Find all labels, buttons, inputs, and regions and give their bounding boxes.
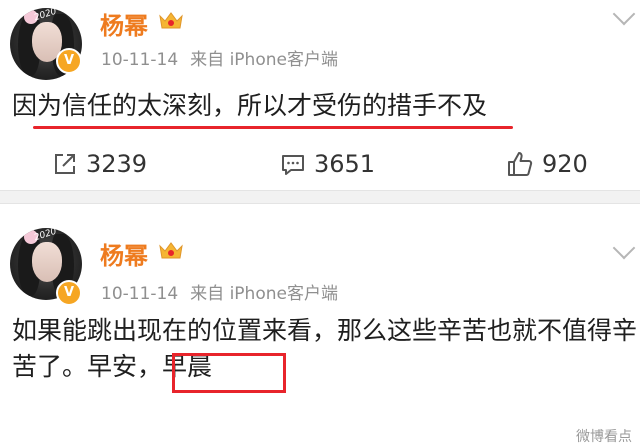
crown-icon	[159, 12, 183, 29]
highlight-underline	[33, 126, 513, 129]
post-content: 因为信任的太深刻，所以才受伤的措手不及	[12, 91, 488, 120]
comment-button[interactable]: 3651	[280, 150, 375, 178]
post-source: 来自 iPhone客户端	[190, 284, 338, 304]
repost-icon	[55, 154, 75, 174]
post-divider	[0, 190, 640, 204]
verified-icon: V	[56, 48, 82, 74]
like-count: 920	[542, 150, 588, 178]
comment-icon	[282, 155, 304, 175]
post-source: 来自 iPhone客户端	[190, 50, 338, 70]
crown-icon	[159, 242, 183, 259]
comment-count: 3651	[314, 150, 376, 178]
like-icon	[508, 152, 533, 176]
post-time: 10-11-14	[101, 284, 179, 304]
highlight-box	[172, 353, 286, 393]
post-meta: 10-11-14 来自 iPhone客户端	[101, 45, 338, 70]
chevron-down-icon[interactable]	[612, 2, 636, 26]
weibo-post: 2020 V 杨幂 10-11-14 来自 iPhone客户端 因为信任的太深刻，…	[0, 0, 640, 190]
post-content-main: 如果能跳出现在的位置来看，那么这些辛苦也就不值得辛苦了。早安，	[12, 316, 638, 381]
verified-icon: V	[56, 280, 82, 306]
post-time: 10-11-14	[101, 50, 179, 70]
user-name[interactable]: 杨幂	[100, 236, 148, 271]
weibo-screenshot: 2020 V 杨幂 10-11-14 来自 iPhone客户端 因为信任的太深刻，…	[0, 0, 640, 446]
repost-button[interactable]: 3239	[52, 150, 147, 178]
post-meta: 10-11-14 来自 iPhone客户端	[101, 279, 338, 304]
like-button[interactable]: 920	[506, 150, 588, 178]
post-content: 如果能跳出现在的位置来看，那么这些辛苦也就不值得辛苦了。早安，早晨	[12, 313, 640, 385]
repost-count: 3239	[86, 150, 148, 178]
chevron-down-icon[interactable]	[612, 236, 636, 260]
watermark: 微博看点	[576, 429, 632, 445]
post-actions: 3239 3651 920	[0, 150, 640, 180]
user-name[interactable]: 杨幂	[100, 6, 148, 41]
